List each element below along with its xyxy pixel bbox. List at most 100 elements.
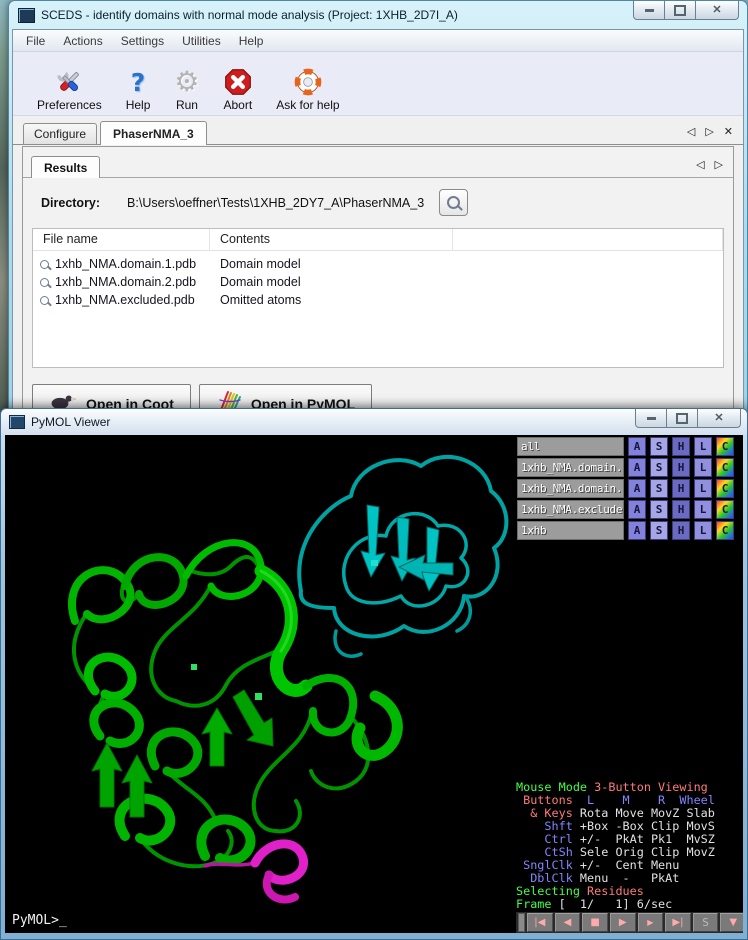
panel-s-button[interactable]: S: [650, 500, 668, 519]
pymol-window-controls: ✕: [636, 409, 741, 428]
panel-h-button[interactable]: H: [672, 500, 690, 519]
stop-button[interactable]: ■: [582, 913, 608, 932]
maximize-button[interactable]: [666, 409, 698, 428]
magnifier-icon: [447, 196, 460, 209]
skip-to-end-button[interactable]: ▶|: [665, 913, 691, 932]
results-frame: Results ◁ ▷ Directory: B:\Users\oeffner\…: [22, 146, 734, 413]
directory-row: Directory: B:\Users\oeffner\Tests\1XHB_2…: [32, 189, 724, 216]
preferences-button[interactable]: Preferences: [25, 62, 114, 112]
inner-tab-nav: ◁ ▷: [696, 158, 723, 171]
maximize-icon: [676, 413, 688, 424]
minimize-button[interactable]: [635, 409, 667, 428]
panel-h-button[interactable]: H: [672, 479, 690, 498]
object-name[interactable]: 1xhb_NMA.exclude: [517, 500, 624, 519]
panel-h-button[interactable]: H: [672, 521, 690, 540]
panel-l-button[interactable]: L: [694, 479, 712, 498]
column-header-empty: [453, 229, 723, 250]
tab-close-icon[interactable]: ✕: [724, 125, 733, 138]
file-contents: Omitted atoms: [210, 293, 453, 307]
panel-h-button[interactable]: H: [672, 458, 690, 477]
maximize-icon: [674, 5, 686, 16]
close-button[interactable]: ✕: [695, 1, 739, 20]
tool-label: Help: [126, 98, 151, 112]
play-button[interactable]: ▶: [610, 913, 636, 932]
file-contents: Domain model: [210, 257, 453, 271]
tab-prev-icon[interactable]: ◁: [696, 158, 704, 171]
tool-label: Preferences: [37, 98, 102, 112]
column-header-file-name[interactable]: File name: [33, 229, 210, 250]
desktop: SCEDS - identify domains with normal mod…: [0, 0, 748, 940]
tool-label: Run: [176, 98, 198, 112]
panel-a-button[interactable]: A: [628, 458, 646, 477]
ask-for-help-button[interactable]: Ask for help: [264, 62, 351, 112]
menu-item-help[interactable]: Help: [230, 31, 273, 51]
s-button[interactable]: S: [693, 913, 719, 932]
object-name[interactable]: 1xhb_NMA.domain.: [517, 458, 624, 477]
question-icon: ?: [131, 66, 146, 98]
panel-a-button[interactable]: A: [628, 479, 646, 498]
pymol-app-icon: [9, 415, 25, 429]
menu-item-actions[interactable]: Actions: [54, 31, 111, 51]
table-row[interactable]: 1xhb_NMA.domain.1.pdbDomain model: [33, 255, 723, 273]
panel-c-button[interactable]: C: [716, 521, 734, 540]
close-button[interactable]: ✕: [697, 409, 741, 428]
tab-results[interactable]: Results: [31, 156, 100, 178]
cyan-domain: [299, 457, 506, 656]
skip-to-start-button[interactable]: |◀: [527, 913, 553, 932]
file-name: 1xhb_NMA.domain.2.pdb: [55, 275, 196, 289]
abort-button[interactable]: Abort: [212, 62, 265, 112]
pymol-command-prompt[interactable]: PyMOL>_: [12, 913, 67, 928]
minimize-button[interactable]: [633, 1, 665, 20]
tab-phasernma-3[interactable]: PhaserNMA_3: [100, 121, 207, 145]
object-name[interactable]: 1xhb_NMA.domain.: [517, 479, 624, 498]
panel-c-button[interactable]: C: [716, 458, 734, 477]
panel-s-button[interactable]: S: [650, 458, 668, 477]
tab-configure[interactable]: Configure: [23, 123, 97, 144]
panel-l-button[interactable]: L: [694, 521, 712, 540]
panel-l-button[interactable]: L: [694, 500, 712, 519]
table-row[interactable]: 1xhb_NMA.excluded.pdb Omitted atoms: [33, 291, 723, 309]
panel-a-button[interactable]: A: [628, 500, 646, 519]
magnifier-icon: [40, 260, 49, 269]
vcr-buttons: |◀◀■▶▶▶|S▼: [527, 913, 743, 932]
file-name: 1xhb_NMA.excluded.pdb: [55, 293, 195, 307]
app-icon: [18, 8, 35, 23]
object-row: 1xhbASHLC: [517, 521, 743, 540]
panel-s-button[interactable]: S: [650, 521, 668, 540]
panel-a-button[interactable]: A: [628, 437, 646, 456]
panel-c-button[interactable]: C: [716, 479, 734, 498]
panel-h-button[interactable]: H: [672, 437, 690, 456]
menu-item-file[interactable]: File: [17, 31, 54, 51]
run-button[interactable]: ⚙ Run: [162, 62, 211, 112]
pymol-viewport[interactable]: allASHLC1xhb_NMA.domain.ASHLC1xhb_NMA.do…: [5, 435, 743, 933]
panel-handle[interactable]: [518, 913, 525, 932]
tab-prev-icon[interactable]: ◁: [687, 125, 695, 138]
menu-item-utilities[interactable]: Utilities: [173, 31, 230, 51]
directory-value: B:\Users\oeffner\Tests\1XHB_2DY7_A\Phase…: [127, 196, 424, 210]
object-name[interactable]: 1xhb: [517, 521, 624, 540]
tab-next-icon[interactable]: ▷: [705, 125, 713, 138]
object-name[interactable]: all: [517, 437, 624, 456]
panel-a-button[interactable]: A: [628, 521, 646, 540]
column-header-contents[interactable]: Contents: [210, 229, 453, 250]
maximize-button[interactable]: [664, 1, 696, 20]
tab-next-icon[interactable]: ▷: [715, 158, 723, 171]
panel-s-button[interactable]: S: [650, 479, 668, 498]
forward-button[interactable]: ▶: [638, 913, 664, 932]
step-back-button[interactable]: ◀: [555, 913, 581, 932]
help-button[interactable]: ? Help: [114, 62, 163, 112]
panel-c-button[interactable]: C: [716, 437, 734, 456]
panel-s-button[interactable]: S: [650, 437, 668, 456]
panel-c-button[interactable]: C: [716, 500, 734, 519]
lifebuoy-icon: [294, 66, 322, 98]
menu-item-settings[interactable]: Settings: [112, 31, 173, 51]
table-row[interactable]: 1xhb_NMA.domain.2.pdbDomain model: [33, 273, 723, 291]
magenta-helix: [205, 844, 304, 900]
directory-label: Directory:: [41, 196, 100, 210]
panel-l-button[interactable]: L: [694, 437, 712, 456]
sceds-body: FileActionsSettingsUtilitiesHelp: [12, 29, 744, 413]
down-button[interactable]: ▼: [720, 913, 743, 932]
pymol-window: PyMOL Viewer ✕: [0, 408, 748, 940]
panel-l-button[interactable]: L: [694, 458, 712, 477]
browse-directory-button[interactable]: [439, 189, 468, 216]
